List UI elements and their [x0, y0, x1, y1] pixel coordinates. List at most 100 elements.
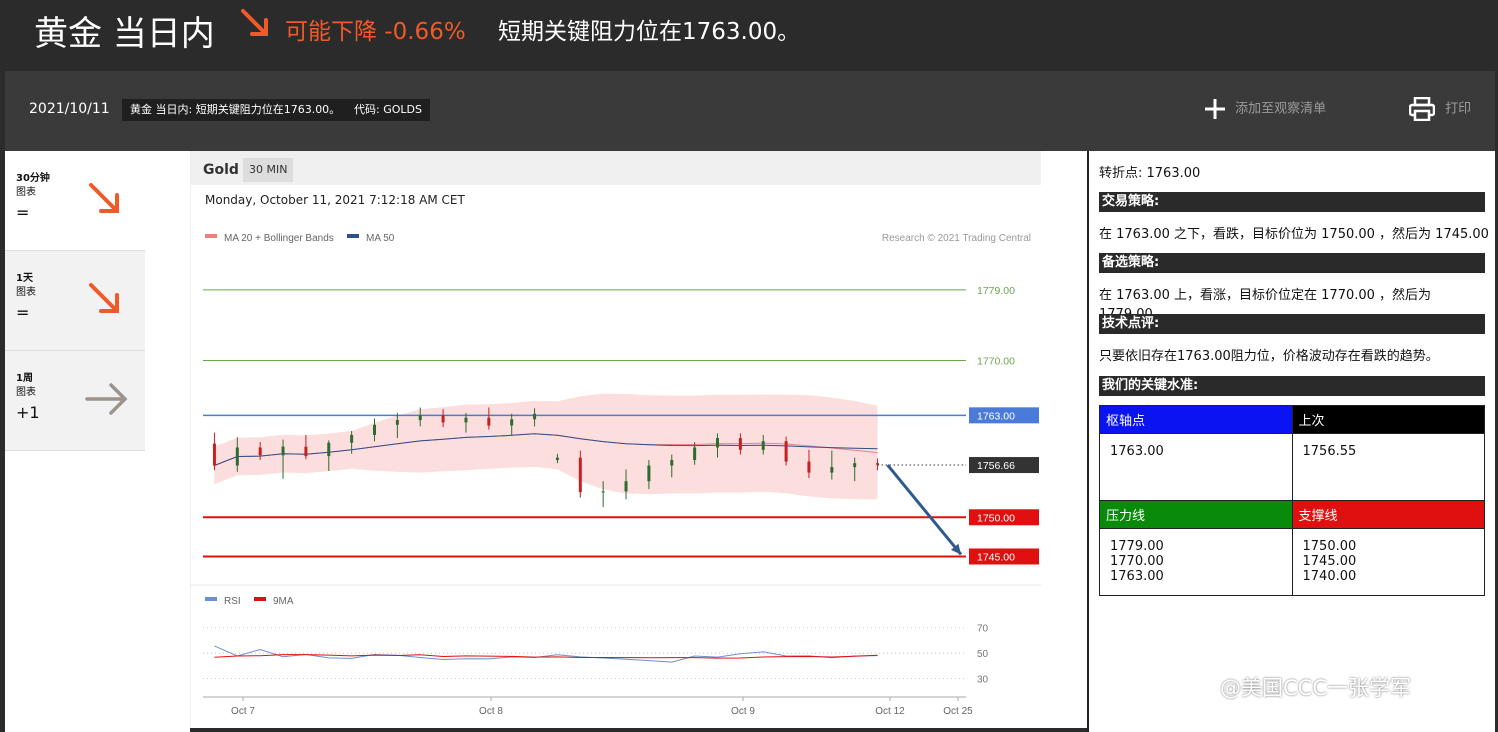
legend-label-9ma: 9MA [273, 596, 294, 607]
arrow-right-icon [85, 383, 128, 415]
resistance-header: 压力线 [1099, 500, 1293, 529]
candle-body [510, 419, 514, 426]
key-levels-table: 枢轴点 上次 1763.00 1756.55 压力线 支撑线 1779.00 1… [1099, 405, 1485, 596]
support-level: 1750.00 [1302, 539, 1357, 554]
candle-body [235, 447, 239, 466]
candle-body [441, 415, 445, 423]
candle-body [487, 417, 491, 426]
code-tag: 代码: GOLDS [346, 99, 430, 121]
forecast-arrow [886, 464, 963, 556]
candle-body [281, 446, 285, 456]
headline: 短期关键阻力位在1763.00。 [498, 19, 801, 45]
rsi-tick-label: 30 [977, 675, 989, 686]
summary-tag: 黄金 当日内: 短期关键阻力位在1763.00。 [122, 99, 349, 121]
candle-body [327, 442, 331, 457]
candle-body [350, 434, 354, 443]
chart-header: Gold 30 MIN [191, 151, 1041, 185]
x-tick-label: Oct 7 [231, 706, 255, 717]
candle-body [716, 438, 719, 448]
legend-label-ma50: MA 50 [366, 233, 395, 244]
timeframe-sublabel: 图表 [16, 387, 36, 398]
timeframe-sublabel: 图表 [16, 187, 36, 198]
level-label-2: 1763.00 [977, 410, 1015, 422]
print-button[interactable]: 打印 [1408, 96, 1472, 122]
last-value: 1756.55 [1291, 433, 1485, 501]
x-tick-label: Oct 9 [731, 706, 755, 717]
timeframe-change: = [16, 303, 30, 322]
chart-panel: Gold 30 MIN Monday, October 11, 2021 7:1… [190, 151, 1042, 728]
date-label: 2021/10/11 [29, 101, 110, 117]
watermark: @美国CCC一张学军 [1220, 676, 1411, 700]
print-label: 打印 [1445, 101, 1472, 117]
timeframe-1week[interactable]: 1周 图表 +1 [5, 351, 145, 451]
resistance-values: 1779.00 1770.00 1763.00 [1099, 528, 1293, 596]
candle-body [830, 467, 834, 473]
candle-body [258, 447, 262, 456]
candle-body [212, 443, 216, 466]
candle-body [418, 415, 422, 421]
last-header: 上次 [1291, 405, 1485, 434]
timeframe-label: 30分钟 [16, 173, 50, 184]
page-title: 黄金 当日内 [34, 14, 215, 54]
candle-body [761, 441, 765, 450]
candle-body [578, 457, 582, 493]
strategy-title: 交易策略: [1099, 192, 1485, 212]
add-watchlist-button[interactable]: 添加至观察清单 [1203, 97, 1326, 121]
rsi-tick-label: 70 [977, 624, 989, 635]
timeframe-sublabel: 图表 [16, 287, 36, 298]
chart-symbol: Gold [203, 162, 239, 178]
legend-label-rsi: RSI [224, 596, 241, 607]
support-level: 1745.00 [1302, 554, 1357, 569]
arrow-down-right-icon [89, 183, 119, 213]
level-label-3: 1756.66 [977, 460, 1015, 472]
level-label-5: 1745.00 [977, 551, 1015, 563]
candle-body [738, 438, 742, 450]
support-header: 支撑线 [1291, 500, 1485, 529]
level-label-4: 1750.00 [977, 512, 1015, 524]
rsi-line [214, 645, 878, 663]
candle-body [373, 424, 376, 435]
candle-body [784, 441, 788, 462]
alt-strategy-title: 备选策略: [1099, 253, 1485, 273]
legend-swatch-ma50 [347, 234, 359, 238]
comment-title: 技术点评: [1099, 314, 1485, 334]
timeframe-change: = [16, 203, 30, 222]
x-tick-label: Oct 25 [943, 706, 973, 717]
level-label-1: 1770.00 [977, 355, 1015, 367]
timeframe-1day[interactable]: 1天 图表 = [5, 251, 145, 351]
resistance-level: 1770.00 [1110, 554, 1164, 569]
pivot-text: 转折点: 1763.00 [1099, 166, 1201, 181]
candle-body [853, 463, 857, 468]
candle-body [670, 460, 674, 466]
plus-icon [1205, 99, 1225, 119]
candle-body [693, 447, 697, 461]
legend-swatch-9ma [254, 597, 266, 601]
timeframe-change: +1 [16, 403, 40, 422]
candle-body [807, 461, 811, 473]
comment-text: 只要依旧存在1763.00阻力位，价格波动存在看跌的趋势。 [1099, 349, 1439, 364]
legend-swatch-ma20 [205, 234, 217, 238]
resistance-level: 1763.00 [1110, 569, 1164, 584]
pivot-value: 1763.00 [1099, 433, 1293, 501]
candle-body [601, 491, 605, 493]
support-values: 1750.00 1745.00 1740.00 [1291, 528, 1485, 596]
watchlist-label: 添加至观察清单 [1235, 101, 1327, 117]
key-levels-title: 我们的关键水准: [1099, 376, 1485, 396]
price-chart: MA 20 + Bollinger Bands MA 50 Research © 2… [191, 233, 1041, 717]
candle-body [533, 413, 537, 420]
x-tick-label: Oct 8 [479, 706, 503, 717]
candle-body [555, 457, 559, 461]
chart-credit: Research © 2021 Trading Central [882, 233, 1031, 244]
timeframe-30min[interactable]: 30分钟 图表 = [5, 151, 145, 251]
bollinger-band [214, 393, 878, 500]
timeframe-label: 1周 [16, 373, 33, 384]
timeframe-panel: 30分钟 图表 = 1天 图表 = 1周 图表 +1 [5, 151, 190, 732]
arrow-down-right-icon [89, 283, 119, 313]
candle-body [395, 420, 399, 425]
pivot-header: 枢轴点 [1099, 405, 1293, 434]
info-bar: 2021/10/11 黄金 当日内: 短期关键阻力位在1763.00。 代码: … [5, 71, 1495, 151]
chart-timeframe-badge[interactable]: 30 MIN [243, 158, 294, 182]
candle-body [304, 446, 308, 457]
arrow-down-right-icon [241, 9, 268, 36]
level-label-0: 1779.00 [977, 285, 1015, 297]
